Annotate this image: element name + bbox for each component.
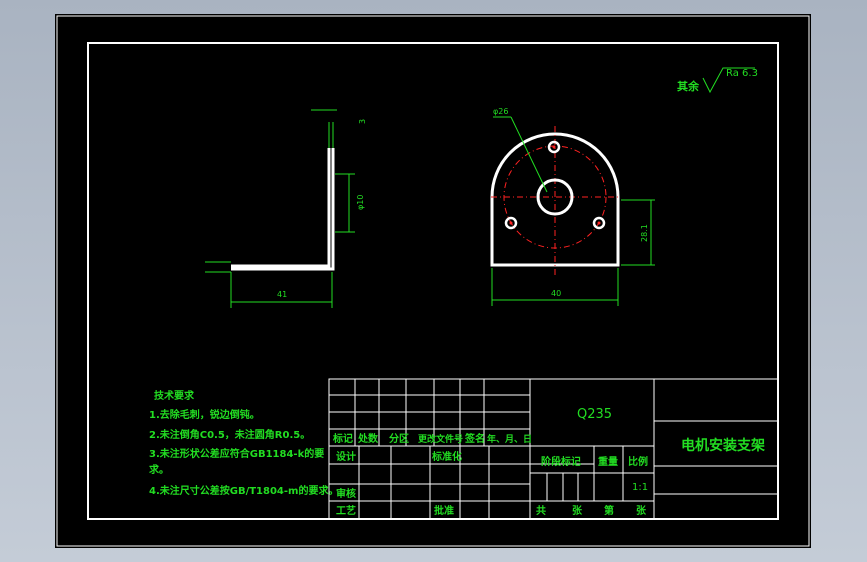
side-view: 3 φ10 41 (205, 109, 367, 308)
svg-text:张: 张 (572, 504, 583, 517)
svg-text:批准: 批准 (434, 504, 454, 517)
bracket-outline-inner (231, 148, 331, 268)
svg-text:张: 张 (636, 504, 647, 517)
svg-text:电机安装支架: 电机安装支架 (681, 437, 765, 454)
svg-text:分区: 分区 (389, 432, 409, 445)
svg-text:28.1: 28.1 (640, 224, 649, 242)
svg-text:标记: 标记 (332, 432, 353, 445)
drawing-canvas: 其余 Ra 6.3 3 φ10 41 φ26 40 28.1 技术要求 1.去除… (56, 15, 810, 547)
svg-text:审核: 审核 (336, 487, 356, 500)
svg-text:3.未注形状公差应符合GB1184-k的要: 3.未注形状公差应符合GB1184-k的要 (149, 447, 324, 460)
svg-text:3: 3 (358, 119, 367, 124)
svg-text:标准化: 标准化 (431, 450, 462, 463)
svg-text:40: 40 (551, 289, 561, 298)
svg-text:阶段标记: 阶段标记 (541, 455, 581, 468)
svg-text:41: 41 (277, 290, 287, 299)
technical-notes: 技术要求 1.去除毛刺，锐边倒钝。 2.未注倒角C0.5，未注圆角R0.5。 3… (149, 389, 338, 497)
svg-text:4.未注尺寸公差按GB/T1804-m的要求。: 4.未注尺寸公差按GB/T1804-m的要求。 (149, 484, 338, 497)
bracket-outline-outer (231, 148, 335, 271)
svg-text:技术要求: 技术要求 (154, 389, 195, 402)
svg-text:其余: 其余 (677, 79, 700, 93)
svg-text:Q235: Q235 (577, 407, 612, 422)
svg-text:比例: 比例 (628, 455, 648, 468)
svg-text:2.未注倒角C0.5，未注圆角R0.5。: 2.未注倒角C0.5，未注圆角R0.5。 (149, 428, 310, 441)
svg-text:φ26: φ26 (493, 107, 508, 116)
cad-viewport[interactable]: 其余 Ra 6.3 3 φ10 41 φ26 40 28.1 技术要求 1.去除… (55, 14, 811, 548)
svg-text:更改文件号: 更改文件号 (418, 433, 463, 445)
front-view: φ26 40 28.1 (490, 107, 655, 306)
svg-text:1:1: 1:1 (632, 482, 648, 493)
svg-text:处数: 处数 (357, 432, 379, 445)
svg-text:重量: 重量 (598, 455, 618, 468)
svg-text:φ10: φ10 (356, 195, 365, 210)
svg-text:签名: 签名 (464, 432, 485, 445)
svg-text:第: 第 (604, 504, 614, 517)
drawing-border (87, 42, 779, 520)
svg-text:设计: 设计 (336, 450, 356, 463)
title-block: 标记 处数 分区 更改文件号 签名 年、月、日 设计 标准化 审核 工艺 批准 … (328, 378, 779, 520)
svg-text:Ra 6.3: Ra 6.3 (726, 68, 758, 79)
svg-text:求。: 求。 (149, 463, 169, 476)
svg-text:工艺: 工艺 (336, 504, 356, 517)
roughness-symbol: 其余 Ra 6.3 (677, 67, 758, 94)
svg-text:1.去除毛刺，锐边倒钝。: 1.去除毛刺，锐边倒钝。 (149, 408, 260, 421)
svg-text:共: 共 (536, 504, 546, 517)
svg-text:年、月、日: 年、月、日 (487, 433, 532, 445)
